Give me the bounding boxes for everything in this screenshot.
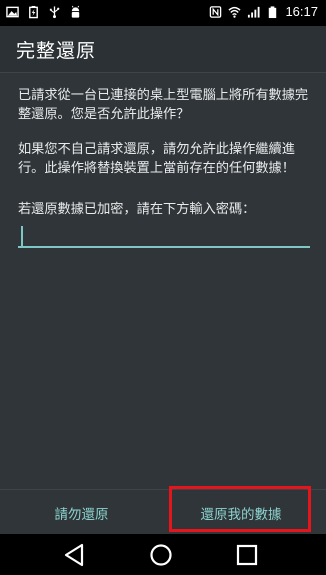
deny-restore-button[interactable]: 請勿還原 xyxy=(0,490,163,535)
home-icon[interactable] xyxy=(148,542,174,568)
warning-message: 如果您不自己請求還原，請勿允許此操作繼續進行。此操作將替換裝置上當前存在的任何數… xyxy=(18,142,295,176)
dialog-title-bar: 完整還原 xyxy=(0,26,326,73)
request-message: 已請求從一台已連接的桌上型電腦上將所有數據完整還原。您是否允許此操作？ xyxy=(18,88,309,122)
password-field-wrap xyxy=(18,222,310,250)
battery-saver-icon xyxy=(29,5,38,19)
image-icon xyxy=(6,6,19,18)
password-prompt: 若還原數據已加密，請在下方輸入密碼： xyxy=(18,202,256,217)
screen: 16:17 完整還原 已請求從一台已連接的桌上型電腦上將所有數據完整還原。您是否… xyxy=(0,0,326,575)
status-bar: 16:17 xyxy=(0,0,326,26)
password-input[interactable] xyxy=(18,222,310,248)
status-left-icons xyxy=(6,5,82,19)
usb-icon xyxy=(49,6,60,19)
text-cursor xyxy=(21,226,23,246)
signal-icon xyxy=(248,6,260,18)
highlight-annotation xyxy=(169,486,311,532)
back-icon[interactable] xyxy=(62,542,88,568)
dialog-title: 完整還原 xyxy=(16,40,97,62)
recent-apps-icon[interactable] xyxy=(234,542,260,568)
status-time: 16:17 xyxy=(285,4,318,19)
dialog-content: 已請求從一台已連接的桌上型電腦上將所有數據完整還原。您是否允許此操作？ 如果您不… xyxy=(18,86,310,235)
navigation-bar xyxy=(0,534,326,575)
wifi-icon xyxy=(228,6,241,18)
status-right-icons: 16:17 xyxy=(209,4,318,19)
android-debug-icon xyxy=(71,5,80,18)
nfc-icon xyxy=(210,5,222,18)
battery-icon xyxy=(269,5,277,18)
